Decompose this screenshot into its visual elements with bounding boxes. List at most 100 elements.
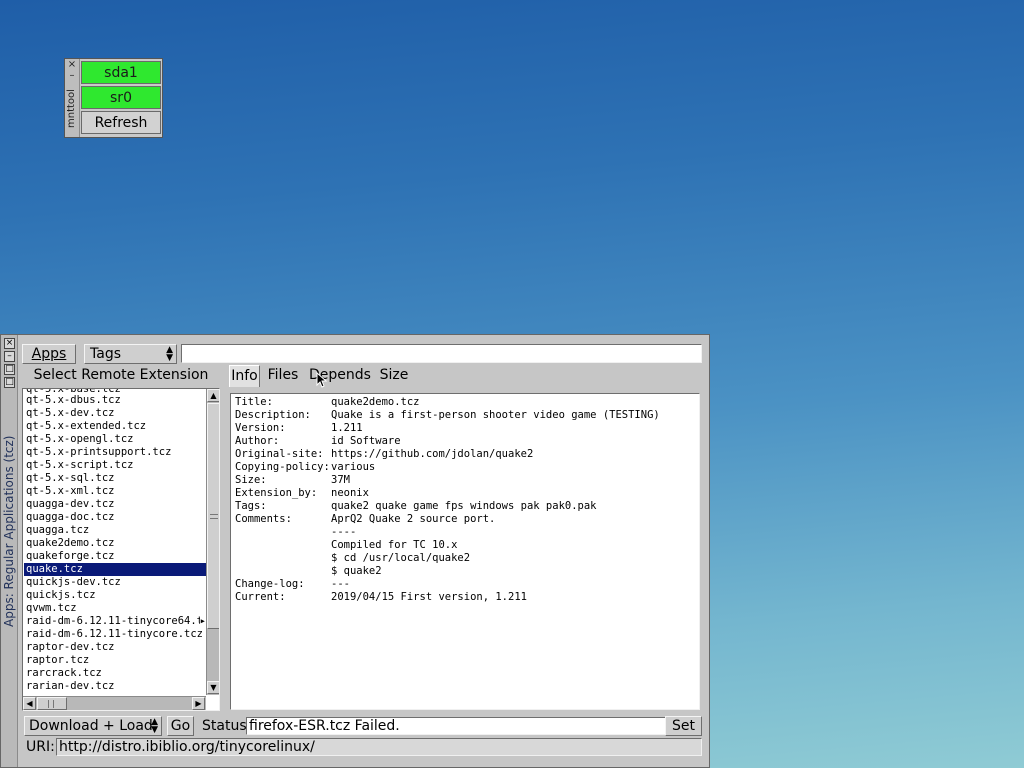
window-minimize-icon[interactable]: –: [4, 351, 15, 362]
go-button[interactable]: Go: [167, 716, 194, 736]
list-item[interactable]: quake.tcz: [24, 563, 206, 576]
info-value: 37M: [331, 474, 350, 486]
info-line: Extension_by: neonix: [235, 487, 699, 500]
list-item[interactable]: qt-5.x-script.tcz: [24, 459, 206, 472]
horizontal-scroll-thumb[interactable]: [37, 697, 67, 710]
refresh-button[interactable]: Refresh: [81, 111, 161, 134]
info-line: $ quake2: [235, 565, 699, 578]
info-value: $ cd /usr/local/quake2: [331, 552, 471, 564]
info-key: Description:: [235, 409, 311, 421]
info-value: Compiled for TC 10.x: [331, 539, 458, 551]
info-value: Quake is a first-person shooter video ga…: [331, 409, 660, 421]
info-value: $ quake2: [331, 565, 382, 577]
mouse-pointer-icon: [316, 371, 328, 388]
uri-field[interactable]: http://distro.ibiblio.org/tinycorelinux/: [56, 738, 702, 756]
window-titlebar[interactable]: × – □ □ Apps: Regular Applications (tcz): [1, 335, 18, 767]
vertical-scrollbar[interactable]: ▲ ▼: [206, 389, 219, 695]
info-key: Current:: [235, 591, 286, 603]
info-line: Size: 37M: [235, 474, 699, 487]
extension-list[interactable]: qt-5.x-base.tczqt-5.x-dbus.tczqt-5.x-dev…: [24, 389, 206, 695]
list-item[interactable]: rarcrack.tcz: [24, 667, 206, 680]
select-remote-extension-label: Select Remote Extension: [33, 367, 209, 383]
list-item[interactable]: raptor-dev.tcz: [24, 641, 206, 654]
info-line: Description: Quake is a first-person shoo…: [235, 409, 699, 422]
info-line: Author: id Software: [235, 435, 699, 448]
status-field: firefox-ESR.tcz Failed.: [246, 717, 666, 735]
tags-select[interactable]: Tags ▲ ▼: [84, 344, 177, 364]
tab-files[interactable]: Files: [264, 365, 302, 387]
list-item[interactable]: qt-5.x-opengl.tcz: [24, 433, 206, 446]
window-restore-icon[interactable]: □: [4, 377, 15, 388]
info-value: https://github.com/jdolan/quake2: [331, 448, 534, 460]
info-line: Copying-policy:various: [235, 461, 699, 474]
list-item[interactable]: quake2demo.tcz: [24, 537, 206, 550]
triangle-right-icon[interactable]: ▶: [192, 697, 205, 710]
info-value: ---: [331, 578, 350, 590]
list-item[interactable]: raid-dm-6.12.11-tinycore.tcz: [24, 628, 206, 641]
window-close-icon[interactable]: ×: [4, 338, 15, 349]
list-item[interactable]: quakeforge.tcz: [24, 550, 206, 563]
mnttool-minimize-icon[interactable]: –: [66, 71, 78, 81]
info-line: Compiled for TC 10.x: [235, 539, 699, 552]
search-input[interactable]: [181, 344, 702, 363]
info-value: 1.211: [331, 422, 363, 434]
list-item[interactable]: qt-5.x-dev.tcz: [24, 407, 206, 420]
info-key: Version:: [235, 422, 286, 434]
extension-list-box: qt-5.x-base.tczqt-5.x-dbus.tczqt-5.x-dev…: [22, 388, 220, 711]
list-item[interactable]: raid-dm-6.12.11-tinycore64.tcz ▸: [24, 615, 206, 628]
triangle-down-icon[interactable]: ▼: [207, 681, 219, 694]
info-key: Author:: [235, 435, 280, 447]
mnttool-titlebar[interactable]: × – mnttool: [65, 59, 80, 137]
tab-size[interactable]: Size: [377, 365, 411, 387]
mnttool-window: × – mnttool sda1 sr0 Refresh: [64, 58, 163, 138]
info-value: various: [331, 461, 376, 473]
list-item[interactable]: quagga-doc.tcz: [24, 511, 206, 524]
info-key: Original-site:: [235, 448, 324, 460]
info-key: Extension_by:: [235, 487, 318, 499]
list-item[interactable]: rarian-dev.tcz: [24, 680, 206, 693]
info-line: Comments: AprQ2 Quake 2 source port.: [235, 513, 699, 526]
triangle-up-icon[interactable]: ▲: [207, 389, 219, 402]
vertical-scroll-thumb[interactable]: [207, 403, 219, 629]
info-key: Change-log:: [235, 578, 305, 590]
uri-label: URI:: [26, 739, 55, 755]
list-item[interactable]: qt-5.x-dbus.tcz: [24, 394, 206, 407]
list-item[interactable]: quickjs-dev.tcz: [24, 576, 206, 589]
list-item[interactable]: qvwm.tcz: [24, 602, 206, 615]
info-line: Original-site: https://github.com/jdolan/…: [235, 448, 699, 461]
tab-info[interactable]: Info: [229, 365, 260, 387]
horizontal-scrollbar[interactable]: ◀ ▶: [23, 696, 206, 710]
download-mode-select[interactable]: Download + Load ▲ ▼: [24, 716, 162, 736]
info-value: quake2demo.tcz: [331, 396, 420, 408]
info-value: quake2 quake game fps windows pak pak0.p…: [331, 500, 597, 512]
mount-sda1-button[interactable]: sda1: [81, 61, 161, 84]
triangle-left-icon[interactable]: ◀: [23, 697, 36, 710]
info-line: ----: [235, 526, 699, 539]
extension-info-panel: Title: quake2demo.tcz Description: Quake is…: [230, 393, 700, 710]
mount-sr0-button[interactable]: sr0: [81, 86, 161, 109]
tags-label: Tags: [90, 346, 121, 362]
list-item[interactable]: qt-5.x-extended.tcz: [24, 420, 206, 433]
up-down-arrows-icon: ▲ ▼: [151, 717, 158, 735]
mnttool-title: mnttool: [66, 89, 77, 129]
list-item[interactable]: quickjs.tcz: [24, 589, 206, 602]
info-value: 2019/04/15 First version, 1.211: [331, 591, 527, 603]
set-button[interactable]: Set: [665, 716, 702, 736]
list-item[interactable]: qt-5.x-xml.tcz: [24, 485, 206, 498]
info-line: Tags: quake2 quake game fps windows pak p…: [235, 500, 699, 513]
info-value: ----: [331, 526, 357, 538]
list-item[interactable]: qt-5.x-printsupport.tcz: [24, 446, 206, 459]
info-key: Comments:: [235, 513, 292, 525]
list-item[interactable]: raptor.tcz: [24, 654, 206, 667]
list-item[interactable]: quagga-dev.tcz: [24, 498, 206, 511]
window-maximize-icon[interactable]: □: [4, 364, 15, 375]
apps-menu-button[interactable]: Apps: [22, 344, 76, 364]
info-value: id Software: [331, 435, 401, 447]
info-line: Current: 2019/04/15 First version, 1.211: [235, 591, 699, 604]
info-key: Title:: [235, 396, 273, 408]
download-mode-label: Download + Load: [29, 718, 153, 734]
mnttool-close-icon[interactable]: ×: [66, 60, 78, 70]
list-item[interactable]: qt-5.x-sql.tcz: [24, 472, 206, 485]
list-item[interactable]: quagga.tcz: [24, 524, 206, 537]
apps-label: Apps: [31, 346, 67, 362]
